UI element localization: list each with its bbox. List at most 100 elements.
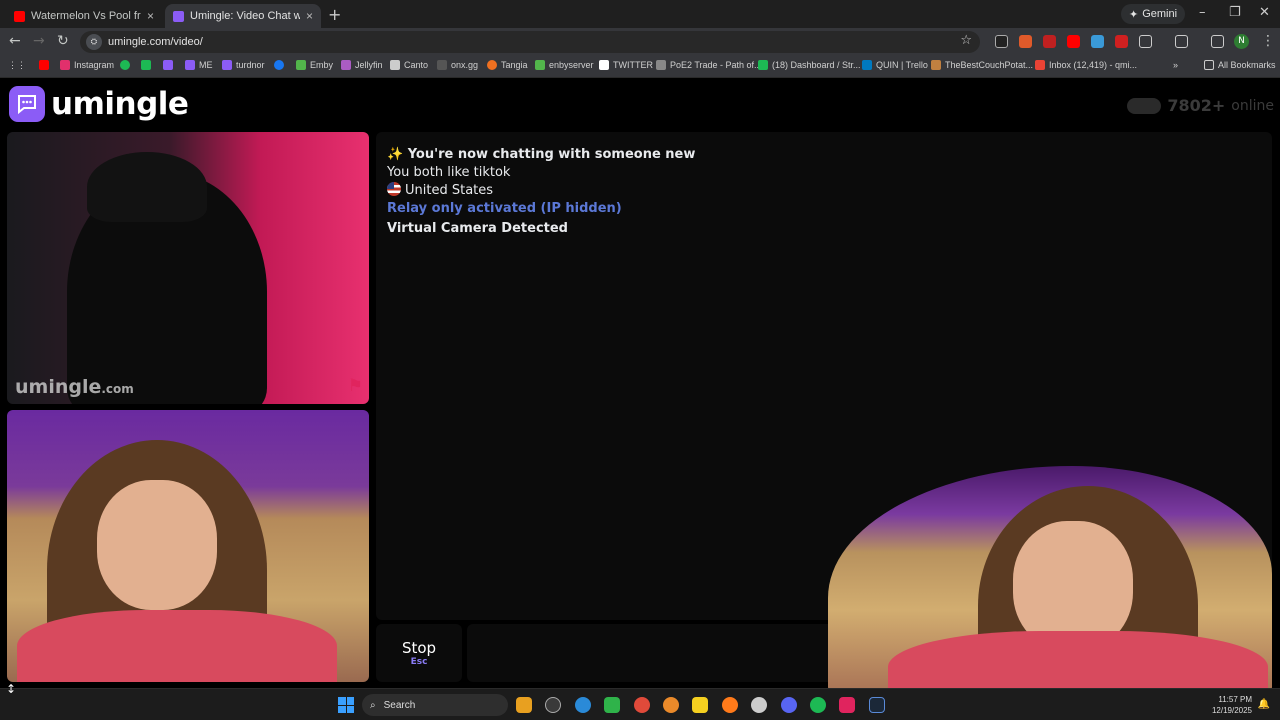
bookmark-label: ME xyxy=(199,60,213,70)
address-bar[interactable]: ⛭ umingle.com/video/ ☆ xyxy=(80,31,980,53)
extension-icon[interactable] xyxy=(1043,35,1056,48)
tab-watermelon[interactable]: Watermelon Vs Pool from 45m × xyxy=(6,4,162,28)
sparkle-icon: ✦ xyxy=(1129,8,1139,21)
apps-grid-icon[interactable]: ⋮⋮ xyxy=(8,60,26,71)
twitch-icon xyxy=(222,60,232,70)
gemini-label: Gemini xyxy=(1142,8,1178,20)
site-logo[interactable]: umingle xyxy=(9,86,189,122)
chat-message: ✨ You're now chatting with someone new xyxy=(387,147,696,162)
forward-icon[interactable]: → xyxy=(33,33,45,49)
maximize-button[interactable]: ❐ xyxy=(1229,5,1241,20)
close-icon[interactable]: × xyxy=(147,9,154,23)
watermark-main: umingle xyxy=(15,376,102,398)
browser-toolbar: ← → ↻ ⛭ umingle.com/video/ ☆ N ⋮ xyxy=(0,28,1280,56)
bookmark-spotify[interactable] xyxy=(120,60,130,70)
bookmark-label: Tangia xyxy=(501,60,528,70)
theme-toggle[interactable] xyxy=(1127,97,1162,114)
bookmark-instagram[interactable]: Instagram xyxy=(60,60,114,70)
bookmarks-overflow-icon[interactable]: » xyxy=(1173,60,1178,70)
country-label: United States xyxy=(405,183,494,198)
chat-bubble-icon xyxy=(9,86,45,122)
new-tab-button[interactable]: + xyxy=(328,5,341,24)
bookmark-emby[interactable]: Emby xyxy=(296,60,333,70)
umingle-icon xyxy=(173,10,184,22)
steam-icon[interactable] xyxy=(869,697,885,713)
bookmark-jellyfin[interactable]: Jellyfin xyxy=(341,60,383,70)
canto-icon xyxy=(390,60,400,70)
bookmark-star-icon[interactable]: ☆ xyxy=(960,33,972,48)
bookmark-couchpotato[interactable]: TheBestCouchPotat... xyxy=(931,60,1033,70)
notification-bell-icon[interactable]: 🔔 xyxy=(1258,699,1270,710)
bookmark-link[interactable] xyxy=(141,60,151,70)
sticky-notes-icon[interactable] xyxy=(692,697,708,713)
app-icon[interactable] xyxy=(751,697,767,713)
search-label: Search xyxy=(383,699,416,711)
bookmark-label: QUIN | Trello xyxy=(876,60,928,70)
clock-date: 12/19/2025 xyxy=(1211,706,1252,715)
bookmark-label: PoE2 Trade - Path of... xyxy=(670,60,762,70)
close-icon[interactable]: × xyxy=(306,9,313,23)
bookmark-canto[interactable]: Canto xyxy=(390,60,428,70)
spotify-icon[interactable] xyxy=(810,697,826,713)
extension-icon[interactable] xyxy=(1067,35,1080,48)
link-icon xyxy=(141,60,151,70)
instagram-icon xyxy=(60,60,70,70)
bookmark-label: enbyserver xyxy=(549,60,594,70)
online-count: 7802+ xyxy=(1167,96,1226,115)
extension-icon[interactable] xyxy=(1115,35,1128,48)
bookmark-tangia[interactable]: Tangia xyxy=(487,60,528,70)
extension-k-icon[interactable] xyxy=(995,35,1008,48)
profile-avatar[interactable]: N xyxy=(1234,34,1249,49)
bookmark-dashboard[interactable]: (18) Dashboard / Str... xyxy=(758,60,861,70)
bookmark-onx[interactable]: onx.gg xyxy=(437,60,478,70)
window-close-button[interactable]: ✕ xyxy=(1259,5,1270,20)
discord-icon[interactable] xyxy=(781,697,797,713)
bookmark-twitter[interactable]: TWITTER xyxy=(599,60,653,70)
bookmark-enbyserver[interactable]: enbyserver xyxy=(535,60,594,70)
reload-icon[interactable]: ↻ xyxy=(57,33,69,49)
bookmark-trello[interactable]: QUIN | Trello xyxy=(862,60,928,70)
gemini-button[interactable]: ✦ Gemini xyxy=(1121,4,1186,24)
report-flag-icon[interactable]: ⚑ xyxy=(348,376,363,396)
clock[interactable]: 11:57 PM 12/19/2025 xyxy=(1212,694,1252,716)
bookmark-youtube[interactable] xyxy=(39,60,49,70)
media-player-icon[interactable] xyxy=(604,697,620,713)
menu-kebab-icon[interactable]: ⋮ xyxy=(1261,33,1275,49)
extension-icon[interactable] xyxy=(1091,35,1104,48)
dashboard-icon xyxy=(758,60,768,70)
app-icon[interactable] xyxy=(663,697,679,713)
sidepanel-icon[interactable] xyxy=(1175,35,1188,48)
bookmark-poe2[interactable]: PoE2 Trade - Path of... xyxy=(656,60,762,70)
chrome-icon[interactable] xyxy=(634,697,650,713)
tab-search-icon[interactable] xyxy=(1211,35,1224,48)
address-text[interactable]: umingle.com/video/ xyxy=(108,36,203,48)
spotify-icon xyxy=(120,60,130,70)
tab-title: Watermelon Vs Pool from 45m xyxy=(31,10,141,22)
extension-icon[interactable] xyxy=(1019,35,1032,48)
bookmark-label: (18) Dashboard / Str... xyxy=(772,60,861,70)
extensions-puzzle-icon[interactable] xyxy=(1139,35,1152,48)
app-icon[interactable] xyxy=(839,697,855,713)
bookmark-twitch[interactable] xyxy=(163,60,173,70)
all-bookmarks[interactable]: All Bookmarks xyxy=(1204,60,1276,70)
bookmark-me[interactable]: ME xyxy=(185,60,213,70)
stop-button[interactable]: Stop Esc xyxy=(376,624,462,682)
taskbar-search[interactable]: ⌕ Search xyxy=(362,694,508,716)
bookmark-turdnor[interactable]: turdnor xyxy=(222,60,265,70)
online-indicator: 7802+ online xyxy=(1127,96,1274,115)
obs-icon[interactable] xyxy=(545,697,561,713)
tangia-icon xyxy=(487,60,497,70)
site-info-icon[interactable]: ⛭ xyxy=(86,34,102,50)
bookmark-facebook[interactable] xyxy=(274,60,284,70)
youtube-icon xyxy=(14,10,25,22)
minimize-button[interactable]: – xyxy=(1199,5,1206,20)
chat-message: Virtual Camera Detected xyxy=(387,221,568,236)
windows-start-icon[interactable] xyxy=(338,697,354,713)
bookmark-label: Inbox (12,419) - qmi... xyxy=(1049,60,1138,70)
file-explorer-icon[interactable] xyxy=(516,697,532,713)
edge-icon[interactable] xyxy=(575,697,591,713)
tab-umingle[interactable]: Umingle: Video Chat with S × xyxy=(165,4,321,28)
bookmark-gmail[interactable]: Inbox (12,419) - qmi... xyxy=(1035,60,1137,70)
firefox-icon[interactable] xyxy=(722,697,738,713)
back-icon[interactable]: ← xyxy=(9,33,21,49)
